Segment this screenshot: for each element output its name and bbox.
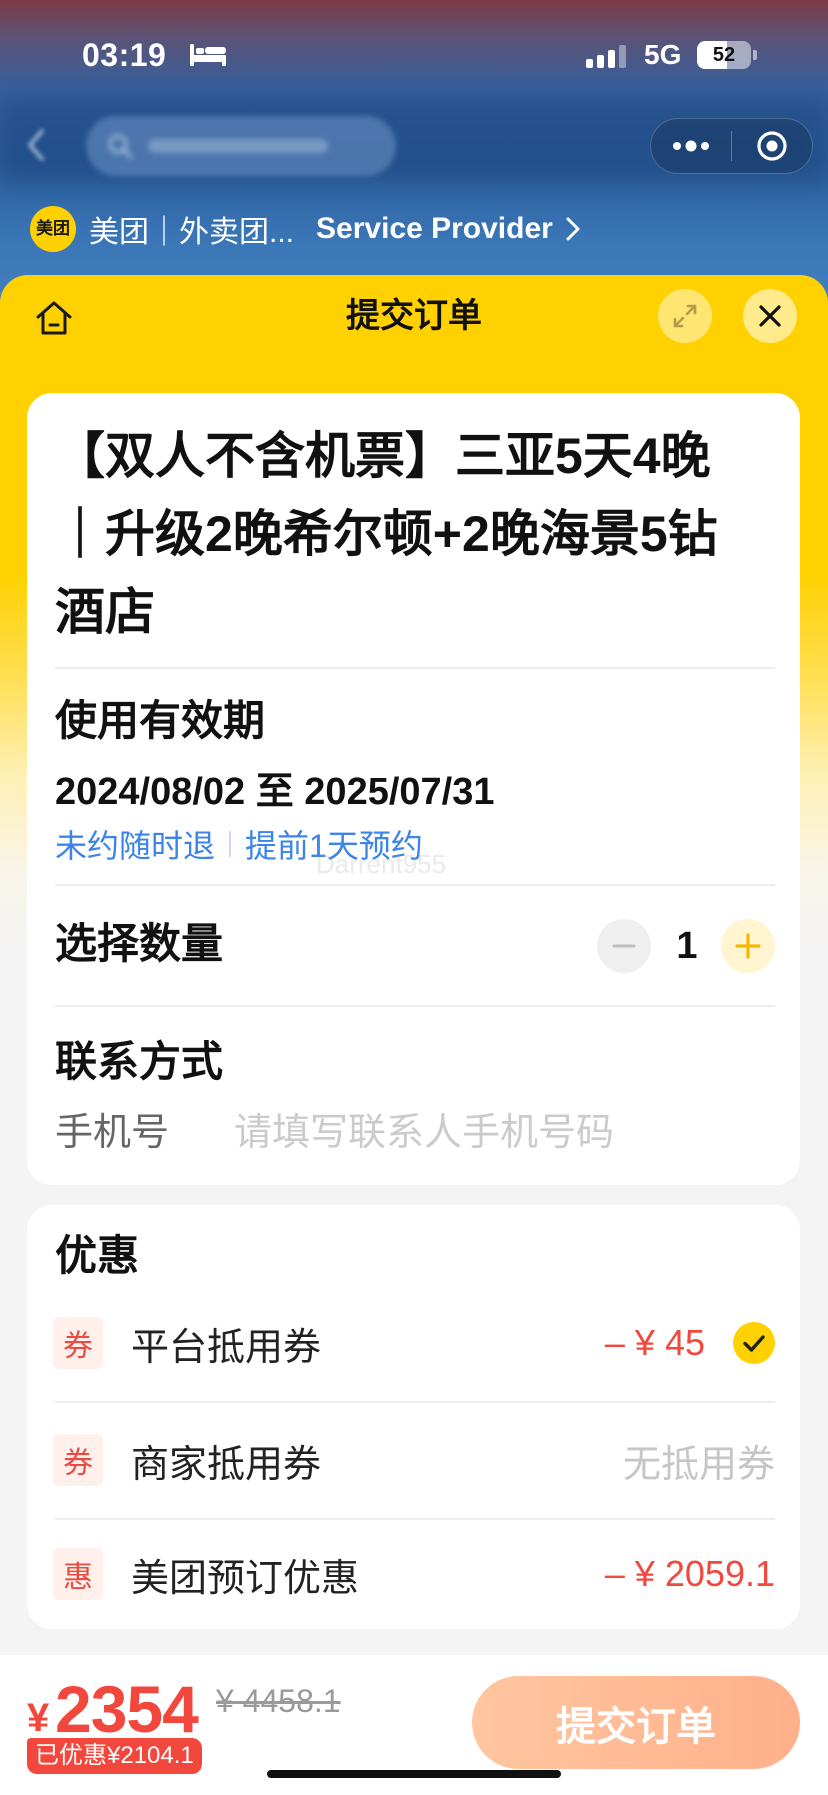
provider-name: 美团｜外卖团... <box>89 216 295 249</box>
status-time: 03:19 <box>82 37 167 73</box>
discount-title: 优惠 <box>55 1232 140 1279</box>
discount-row-booking-offer[interactable]: 惠 美团预订优惠 – ¥ 2059.1 <box>53 1544 775 1604</box>
more-options-button[interactable] <box>651 119 731 173</box>
blurred-search-placeholder <box>148 139 328 153</box>
validity-date: 2024/08/02 至 2025/07/31 <box>55 771 495 813</box>
blurred-search-bar <box>86 116 396 176</box>
discount-card: 优惠 券 平台抵用券 – ¥ 45 券 商家抵用券 无抵用券 惠 美团预订优惠 … <box>27 1205 800 1629</box>
total-price: 2354 <box>55 1672 199 1746</box>
contact-label: 联系方式 <box>55 1038 224 1085</box>
divider <box>55 884 775 886</box>
close-button[interactable] <box>743 289 797 343</box>
quantity-value: 1 <box>676 925 698 967</box>
check-icon[interactable] <box>733 1322 775 1364</box>
saved-badge: 已优惠¥2104.1 <box>27 1738 202 1774</box>
expand-icon <box>673 304 697 328</box>
battery-icon: 52 <box>697 41 751 69</box>
chevron-right-icon <box>566 217 580 241</box>
order-page: 03:19 5G 52 美团 美团｜外卖团... Service Provide… <box>0 0 828 1795</box>
discount-amount: – ¥ 45 <box>604 1322 705 1363</box>
submit-order-button[interactable]: 提交订单 <box>472 1676 800 1769</box>
provider-label: Service Provider <box>316 212 553 245</box>
search-icon <box>108 134 133 159</box>
battery-nub <box>753 50 757 60</box>
close-icon <box>759 305 781 327</box>
quantity-label: 选择数量 <box>55 920 224 967</box>
divider <box>55 1518 775 1520</box>
plus-icon <box>735 933 761 959</box>
coupon-tag: 券 <box>53 1317 103 1369</box>
quantity-decrease-button[interactable] <box>597 919 651 973</box>
signal-icon <box>586 44 630 68</box>
expand-button[interactable] <box>658 289 712 343</box>
bed-icon <box>190 44 226 66</box>
divider <box>55 1005 775 1007</box>
discount-amount: – ¥ 2059.1 <box>604 1553 775 1594</box>
tag-separator <box>229 831 232 857</box>
more-dots-icon <box>673 140 709 152</box>
discount-row-merchant-coupon[interactable]: 券 商家抵用券 无抵用券 <box>53 1430 775 1490</box>
service-provider-link[interactable]: 美团｜外卖团... Service Provider <box>89 208 581 250</box>
product-title: 【双人不含机票】三亚5天4晚｜升级2晚希尔顿+2晚海景5钻酒店 <box>55 428 718 640</box>
discount-name: 商家抵用券 <box>131 1443 322 1486</box>
validity-label: 使用有效期 <box>55 697 266 744</box>
refund-tag: 未约随时退 <box>55 828 216 864</box>
phone-input[interactable] <box>234 1105 754 1161</box>
network-type: 5G <box>644 39 682 70</box>
back-arrow-icon <box>28 129 44 161</box>
phone-label: 手机号 <box>55 1112 170 1154</box>
mini-program-capsule <box>650 118 813 174</box>
quantity-increase-button[interactable] <box>721 919 775 973</box>
exit-mini-program-button[interactable] <box>732 119 812 173</box>
minus-icon <box>612 944 636 948</box>
discount-name: 平台抵用券 <box>131 1326 322 1369</box>
target-icon <box>757 131 787 161</box>
original-price: ¥ 4458.1 <box>216 1683 341 1719</box>
offer-tag: 惠 <box>53 1548 103 1600</box>
meituan-logo: 美团 <box>30 206 76 252</box>
discount-amount: 无抵用券 <box>622 1443 775 1486</box>
price-currency: ¥ <box>27 1696 50 1740</box>
divider <box>55 1401 775 1403</box>
coupon-tag: 券 <box>53 1434 103 1486</box>
discount-row-platform-coupon[interactable]: 券 平台抵用券 – ¥ 45 <box>53 1313 775 1373</box>
discount-name: 美团预订优惠 <box>131 1557 360 1600</box>
home-indicator <box>267 1770 561 1778</box>
watermark: Darrent955 <box>316 849 447 879</box>
product-card: 【双人不含机票】三亚5天4晚｜升级2晚希尔顿+2晚海景5钻酒店 使用有效期 20… <box>27 393 800 1185</box>
divider <box>55 667 775 669</box>
